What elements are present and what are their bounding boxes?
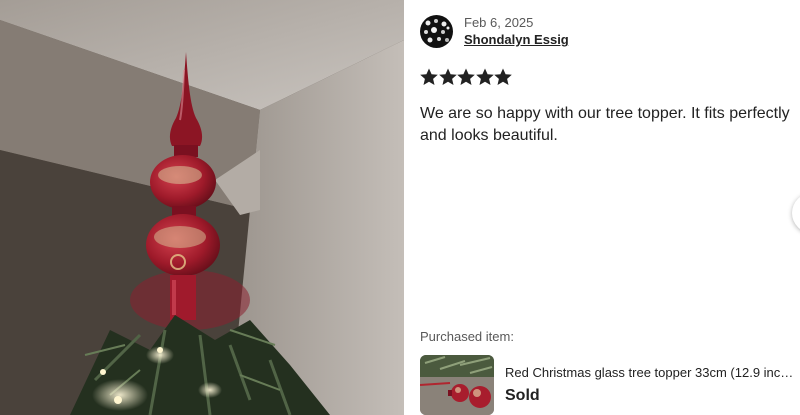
purchased-item-status: Sold xyxy=(505,387,540,404)
star-icon xyxy=(475,68,494,86)
purchased-item-card[interactable]: Red Christmas glass tree topper 33cm (12… xyxy=(420,355,800,415)
tree-topper-photo xyxy=(0,0,404,415)
purchased-item-label: Purchased item: xyxy=(420,329,514,344)
purchased-item-thumbnail[interactable] xyxy=(420,355,494,415)
review-text: We are so happy with our tree topper. It… xyxy=(420,105,790,144)
star-icon xyxy=(494,68,512,86)
review-panel: Feb 6, 2025 Shondalyn Essig We are so ha… xyxy=(404,0,800,415)
reviewer-avatar[interactable] xyxy=(420,15,453,48)
star-icon xyxy=(457,68,475,86)
reviewer-name-link[interactable]: Shondalyn Essig xyxy=(464,32,569,47)
purchased-item-title[interactable]: Red Christmas glass tree topper 33cm (12… xyxy=(505,365,800,380)
chevron-right-icon xyxy=(792,193,800,233)
carousel-next-button[interactable] xyxy=(792,193,800,233)
star-rating xyxy=(420,68,513,88)
review-date: Feb 6, 2025 xyxy=(464,15,534,30)
review-photo[interactable] xyxy=(0,0,404,415)
star-icon xyxy=(420,68,438,86)
star-icon xyxy=(438,68,457,86)
